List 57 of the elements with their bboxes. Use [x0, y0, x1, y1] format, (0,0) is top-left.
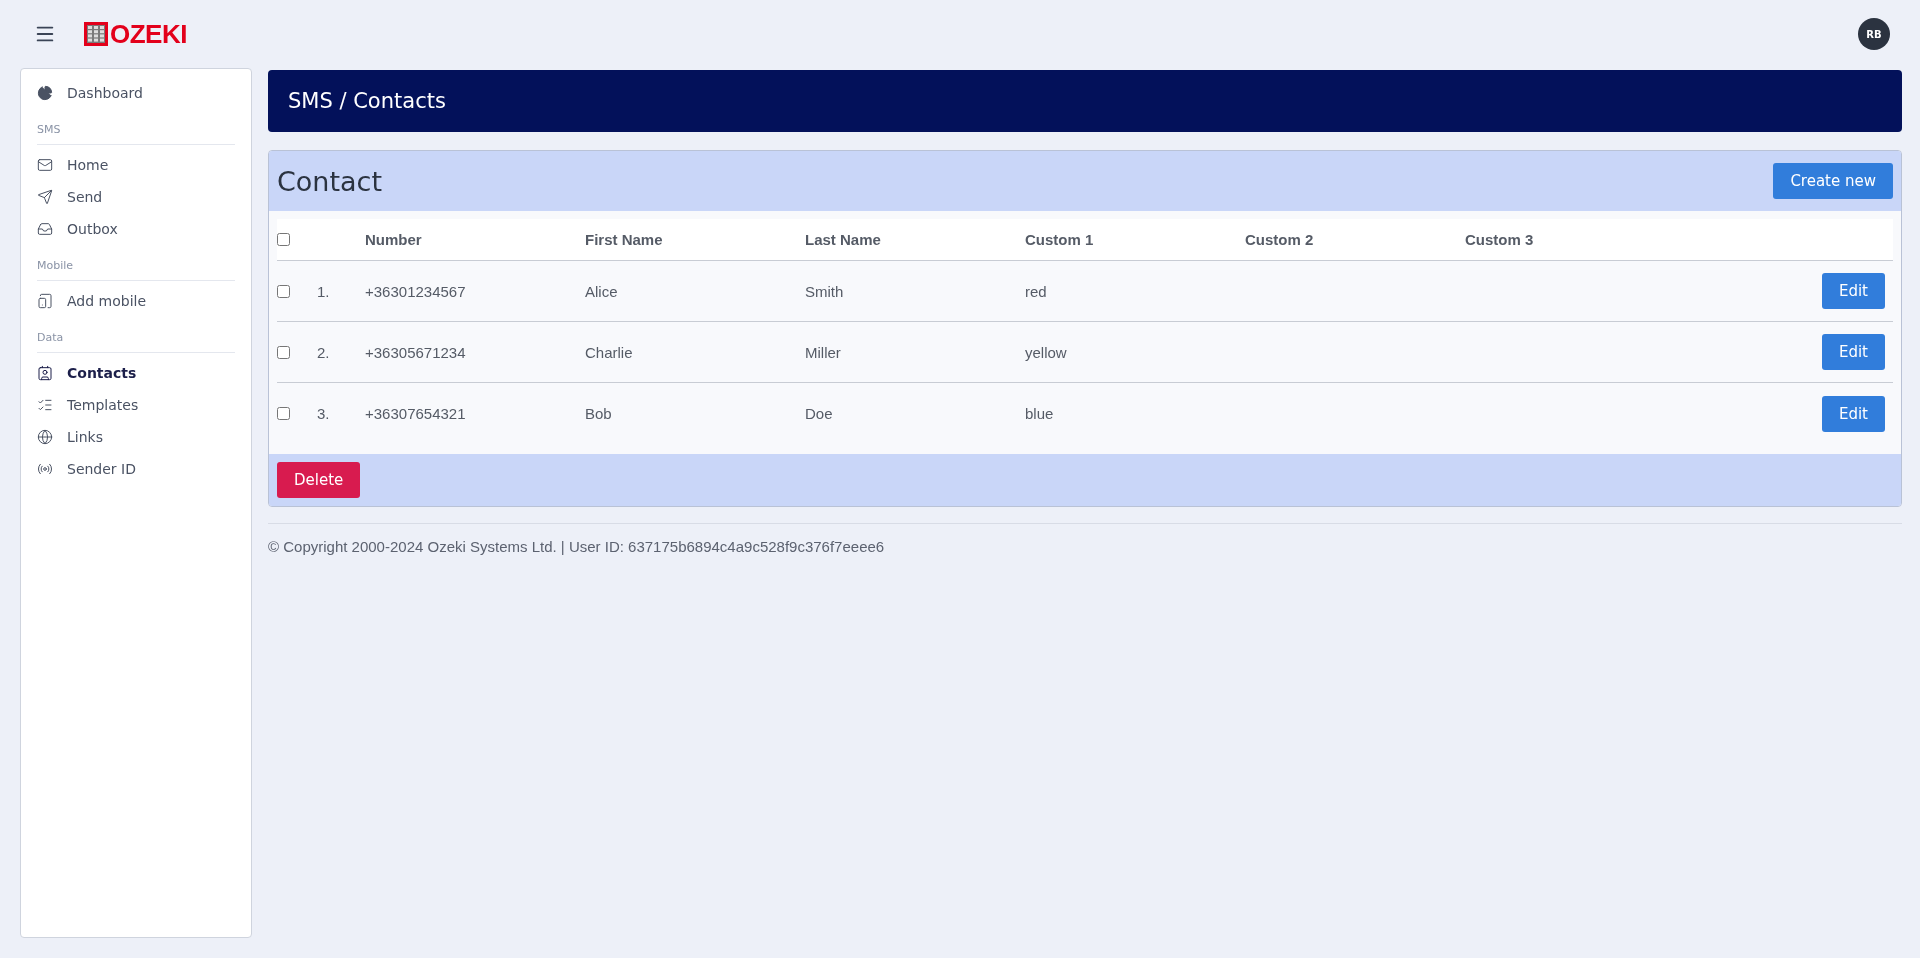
pie-chart-icon: [37, 85, 53, 101]
column-header: Last Name: [805, 231, 882, 248]
table-cell-text: yellow: [1025, 343, 1068, 361]
envelope-icon: [37, 157, 53, 173]
signal-icon: [37, 461, 53, 477]
tray-icon: [37, 221, 53, 237]
column-header: Custom 1: [1025, 231, 1095, 248]
row-number: 2.: [317, 343, 331, 361]
edit-button[interactable]: Edit: [1821, 273, 1885, 309]
sidebar-item[interactable]: Sender ID: [37, 453, 235, 485]
row-checkbox[interactable]: [277, 407, 290, 420]
create-new-button[interactable]: Create new: [1773, 163, 1893, 199]
table-cell-text: Doe: [805, 405, 834, 422]
page-title: SMS / Contacts: [288, 89, 446, 113]
logo-text: OZEKI: [110, 18, 187, 50]
row-checkbox[interactable]: [277, 345, 290, 359]
table-cell-text: Charlie: [585, 343, 634, 361]
globe-icon: [37, 429, 53, 445]
column-header: Custom 3: [1465, 231, 1535, 248]
table-cell-text: +36307654321: [365, 405, 467, 422]
row-number: 1.: [317, 282, 331, 300]
keypad-logo-icon: [84, 22, 108, 46]
table-cell-text: +36305671234: [365, 343, 467, 361]
column-header: First Name: [585, 231, 664, 248]
contact-card-icon: [37, 365, 53, 381]
column-header: Number: [365, 231, 423, 248]
tablet-icon: [37, 293, 53, 309]
sidebar-section-title: SMS: [37, 109, 235, 145]
sidebar-item[interactable]: Dashboard: [37, 77, 235, 109]
table-cell-text: Alice: [585, 282, 619, 300]
copyright-text: © Copyright 2000-2024 Ozeki Systems Ltd. | User ID: 637175b6894c4a9c528f9c376f7eeee6: [268, 538, 886, 555]
sidebar-item[interactable]: Send: [37, 181, 235, 213]
delete-button[interactable]: Delete: [277, 462, 361, 498]
table-cell-text: blue: [1025, 405, 1055, 422]
edit-button[interactable]: Edit: [1821, 395, 1885, 432]
edit-button[interactable]: Edit: [1821, 334, 1885, 370]
sidebar-item[interactable]: Contacts: [37, 357, 235, 389]
sidebar-item[interactable]: Links: [37, 421, 235, 453]
sidebar-section-title: Mobile: [37, 245, 235, 281]
table-cell-text: red: [1025, 282, 1048, 300]
row-checkbox[interactable]: [277, 284, 290, 298]
checklist-icon: [37, 397, 53, 413]
sidebar-item[interactable]: Add mobile: [37, 285, 235, 317]
card-title: Contact: [277, 165, 383, 197]
sidebar-section-title: Data: [37, 317, 235, 353]
column-header: Custom 2: [1245, 231, 1315, 248]
select-all-checkbox[interactable]: [277, 233, 290, 246]
paper-plane-icon: [37, 189, 53, 205]
row-number: 3.: [317, 405, 331, 422]
table-cell-text: Miller: [805, 343, 842, 361]
table-cell-text: Smith: [805, 282, 845, 300]
table-cell-text: Bob: [585, 405, 613, 422]
sidebar-item[interactable]: Home: [37, 149, 235, 181]
sidebar-item[interactable]: Outbox: [37, 213, 235, 245]
user-avatar[interactable]: RB: [1858, 18, 1890, 50]
sidebar-item[interactable]: Templates: [37, 389, 235, 421]
table-cell-text: +36301234567: [365, 282, 467, 300]
